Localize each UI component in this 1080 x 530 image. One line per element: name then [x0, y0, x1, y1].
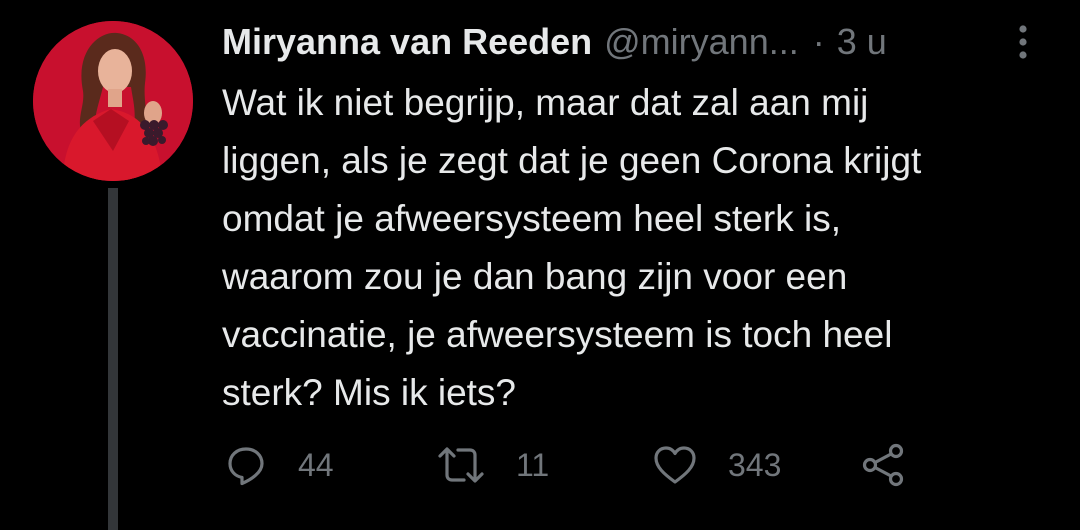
separator-dot: ·	[812, 21, 825, 62]
share-icon	[862, 443, 904, 487]
reply-icon	[228, 447, 264, 486]
thread-line	[108, 188, 118, 530]
like-count: 343	[728, 446, 782, 483]
user-handle[interactable]: @miryann...	[604, 16, 799, 68]
retweet-icon	[438, 447, 484, 483]
like-button[interactable]: 343	[652, 440, 781, 490]
heart-icon	[654, 446, 696, 484]
avatar[interactable]	[33, 21, 193, 181]
retweet-count: 11	[516, 446, 550, 483]
profile-photo	[33, 21, 193, 181]
reply-count: 44	[298, 446, 334, 483]
retweet-button[interactable]: 11	[436, 440, 549, 490]
display-name[interactable]: Miryanna van Reeden	[222, 16, 592, 68]
timestamp[interactable]: 3 u	[837, 16, 887, 68]
tweet-text: Wat ik niet begrijp, maar dat zal aan mi…	[222, 82, 922, 413]
more-vertical-icon	[1019, 25, 1027, 59]
tweet-header: Miryanna van Reeden @miryann... · 3 u	[222, 16, 982, 68]
share-button[interactable]	[860, 440, 908, 490]
more-options-button[interactable]	[1010, 22, 1036, 62]
tweet-actions: 44 11 343	[224, 440, 984, 490]
reply-button[interactable]: 44	[224, 440, 334, 490]
